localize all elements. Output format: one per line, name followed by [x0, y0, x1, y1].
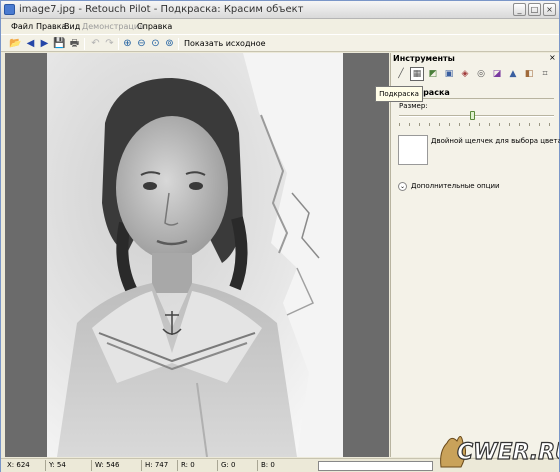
status-separator — [217, 460, 218, 471]
target-tool-icon[interactable]: ◎ — [474, 67, 488, 81]
menu-edit[interactable]: Правка — [36, 22, 66, 31]
watermark-text: CWER.RU — [457, 440, 559, 465]
tooltip: Подкраска — [375, 86, 423, 102]
image-canvas[interactable] — [5, 53, 389, 457]
clone-tool-icon[interactable]: ◩ — [426, 67, 440, 81]
status-separator — [177, 460, 178, 471]
size-label: Размер: — [399, 102, 428, 110]
redo-icon[interactable]: ↷ — [103, 37, 116, 50]
back-icon[interactable]: ◀ — [24, 37, 37, 50]
patch-tool-icon[interactable]: ▣ — [442, 67, 456, 81]
title-bar[interactable]: image7.jpg - Retouch Pilot - Подкраска: … — [1, 1, 559, 19]
status-separator — [257, 460, 258, 471]
status-x: X: 624 — [7, 461, 30, 469]
toolbar-separator — [84, 38, 85, 50]
status-r: R: 0 — [181, 461, 195, 469]
maximize-button[interactable]: □ — [528, 3, 541, 16]
open-icon[interactable]: 📂 — [9, 37, 22, 50]
toolbar-separator — [118, 38, 119, 50]
toolbar: 📂 ◀ ▶ 💾 🖶 ↶ ↷ ⊕ ⊖ ⊙ ⊚ Показать исходное — [1, 34, 559, 52]
menu-view[interactable]: Вид — [64, 22, 80, 31]
photo[interactable] — [47, 53, 343, 457]
color-hint: Двойной щелчек для выбора цвета — [431, 137, 560, 145]
tools-panel: Инструменты × ╱ ▦ ◩ ▣ ◈ ◎ ◪ ▲ ◧ ⌗ Подкра… — [390, 53, 560, 457]
more-options-link[interactable]: Дополнительные опции — [411, 182, 500, 190]
minimize-button[interactable]: _ — [513, 3, 526, 16]
status-y: Y: 54 — [49, 461, 66, 469]
show-original-button[interactable]: Показать исходное — [181, 37, 269, 50]
menu-help[interactable]: Справка — [137, 22, 172, 31]
status-separator — [141, 460, 142, 471]
zoom-out-icon[interactable]: ⊖ — [135, 37, 148, 50]
zoom-fit-icon[interactable]: ⊙ — [149, 37, 162, 50]
window-title: image7.jpg - Retouch Pilot - Подкраска: … — [19, 4, 304, 15]
status-h: H: 747 — [145, 461, 169, 469]
print-icon[interactable]: 🖶 — [68, 37, 81, 50]
colorize-tool-icon[interactable]: ◧ — [522, 67, 536, 81]
undo-icon[interactable]: ↶ — [89, 37, 102, 50]
status-b: B: 0 — [261, 461, 275, 469]
color-swatch[interactable] — [398, 135, 428, 165]
levels-tool-icon[interactable]: ▲ — [506, 67, 520, 81]
close-button[interactable]: × — [543, 3, 556, 16]
brush-tool-icon[interactable]: ╱ — [394, 67, 408, 81]
menu-file[interactable]: Файл — [11, 22, 33, 31]
bucket-tool-icon[interactable]: ◈ — [458, 67, 472, 81]
menu-demo[interactable]: Демонстрация — [82, 22, 144, 31]
app-window: image7.jpg - Retouch Pilot - Подкраска: … — [0, 0, 560, 472]
app-icon — [4, 4, 15, 15]
size-slider-track[interactable] — [399, 115, 554, 117]
progress-bar — [318, 461, 433, 471]
size-slider-ticks — [399, 123, 554, 126]
photo-image — [47, 53, 343, 457]
size-slider-thumb[interactable] — [469, 111, 475, 120]
toolbar-separator — [178, 38, 179, 50]
status-separator — [91, 460, 92, 471]
panel-header: Инструменты × — [391, 53, 560, 64]
zoom-in-icon[interactable]: ⊕ — [121, 37, 134, 50]
status-separator — [45, 460, 46, 471]
panel-title: Инструменты — [393, 54, 455, 63]
status-g: G: 0 — [221, 461, 236, 469]
watermark-logo: CWER.RU — [440, 436, 559, 468]
panel-close-icon[interactable]: × — [549, 53, 556, 62]
crop-tool-icon[interactable]: ⌗ — [538, 67, 552, 81]
forward-icon[interactable]: ▶ — [38, 37, 51, 50]
save-icon[interactable]: 💾 — [53, 37, 66, 50]
menu-bar: Файл Правка Вид Демонстрация Справка — [1, 19, 559, 34]
chevron-down-icon[interactable]: ⌄ — [398, 182, 407, 191]
paint-tool-icon[interactable]: ▦ — [410, 67, 424, 81]
adjust-tool-icon[interactable]: ◪ — [490, 67, 504, 81]
zoom-actual-icon[interactable]: ⊚ — [163, 37, 176, 50]
status-w: W: 546 — [95, 461, 120, 469]
